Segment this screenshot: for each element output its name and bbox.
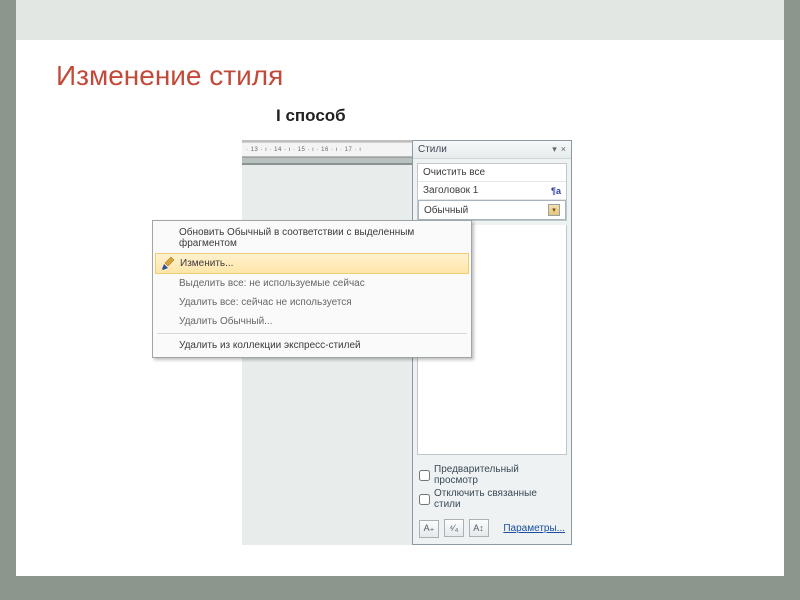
pane-close-icon[interactable]: × bbox=[561, 144, 566, 155]
ctx-modify-style[interactable]: Изменить... bbox=[155, 253, 469, 274]
ctx-item-label: Обновить Обычный в соответствии с выделе… bbox=[179, 227, 463, 249]
style-dropdown-icon[interactable]: ▾ bbox=[548, 204, 560, 216]
new-style-button[interactable]: A₊ bbox=[419, 520, 439, 538]
styles-list: Очистить все Заголовок 1 ¶a Обычный ▾ bbox=[417, 163, 567, 221]
ctx-update-style[interactable]: Обновить Обычный в соответствии с выделе… bbox=[153, 223, 471, 253]
disable-linked-checkbox[interactable] bbox=[419, 494, 430, 505]
ctx-separator bbox=[157, 333, 467, 334]
manage-styles-button[interactable]: A↕ bbox=[469, 519, 489, 537]
horizontal-ruler: · 13 · ı · 14 · ı · 15 · ı · 16 · ı · 17… bbox=[242, 142, 412, 157]
preview-checkbox[interactable] bbox=[419, 470, 430, 481]
styles-options: Предварительный просмотр Отключить связа… bbox=[413, 459, 571, 515]
style-item-normal[interactable]: Обычный ▾ bbox=[418, 200, 566, 220]
styles-pane-header: Стили ▾ × bbox=[413, 141, 571, 159]
ctx-item-label: Удалить Обычный... bbox=[179, 316, 273, 327]
styles-footer: A₊ ⁴⁄₄ A↕ Параметры... bbox=[413, 515, 571, 544]
slide: Изменение стиля I способ · 13 · ı · 14 ·… bbox=[16, 0, 784, 576]
ctx-item-label: Удалить все: сейчас не используется bbox=[179, 297, 352, 308]
ctx-delete-all: Удалить все: сейчас не используется bbox=[153, 293, 471, 312]
screenshot-figure: · 13 · ı · 14 · ı · 15 · ı · 16 · ı · 17… bbox=[242, 140, 572, 545]
style-context-menu: Обновить Обычный в соответствии с выделе… bbox=[152, 220, 472, 358]
slide-header-bar bbox=[16, 0, 784, 40]
ctx-remove-from-gallery[interactable]: Удалить из коллекции экспресс-стилей bbox=[153, 336, 471, 355]
ctx-delete-style: Удалить Обычный... bbox=[153, 312, 471, 331]
slide-title: Изменение стиля bbox=[56, 60, 283, 92]
ctx-select-all: Выделить все: не используемые сейчас bbox=[153, 274, 471, 293]
styles-pane-title: Стили bbox=[418, 144, 447, 155]
ctx-item-label: Выделить все: не используемые сейчас bbox=[179, 278, 365, 289]
style-inspector-button[interactable]: ⁴⁄₄ bbox=[444, 519, 464, 537]
style-item-label: Очистить все bbox=[423, 167, 485, 178]
styles-parameters-link[interactable]: Параметры... bbox=[503, 523, 565, 534]
pane-menu-icon[interactable]: ▾ bbox=[552, 144, 557, 155]
style-item-heading1[interactable]: Заголовок 1 ¶a bbox=[418, 182, 566, 200]
modify-style-icon bbox=[160, 256, 176, 272]
style-item-label: Обычный bbox=[424, 205, 468, 216]
ctx-item-label: Удалить из коллекции экспресс-стилей bbox=[179, 340, 361, 351]
style-item-label: Заголовок 1 bbox=[423, 185, 478, 196]
slide-subtitle: I способ bbox=[276, 106, 346, 126]
ctx-item-label: Изменить... bbox=[180, 258, 233, 269]
style-type-icon: ¶a bbox=[551, 186, 561, 196]
style-item-clear-all[interactable]: Очистить все bbox=[418, 164, 566, 182]
document-top-margin bbox=[242, 157, 412, 165]
preview-label: Предварительный просмотр bbox=[434, 464, 565, 486]
disable-linked-label: Отключить связанные стили bbox=[434, 488, 565, 510]
